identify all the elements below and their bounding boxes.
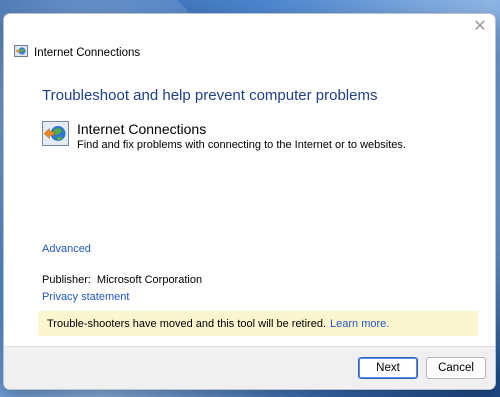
publisher-value: Microsoft Corporation [96,274,203,286]
publisher-info: Publisher: Microsoft Corporation [42,274,202,286]
title-bar: ✕ [4,14,495,42]
cancel-button[interactable]: Cancel [426,357,486,379]
dialog-footer: Next Cancel [4,346,495,389]
troubleshooter-description: Find and fix problems with connecting to… [77,139,406,151]
network-small-icon [14,44,28,62]
notice-text: Trouble-shooters have moved and this too… [47,317,327,330]
close-button[interactable]: ✕ [471,18,489,36]
page-heading: Troubleshoot and help prevent computer p… [42,87,378,104]
troubleshooter-text: Internet Connections Find and fix proble… [77,121,406,152]
network-troubleshooter-icon [42,121,69,152]
troubleshooter-name: Internet Connections [77,121,207,137]
learn-more-link[interactable]: Learn more. [330,318,389,330]
retirement-notice: Trouble-shooters have moved and this too… [38,311,478,336]
desktop-wallpaper: ✕ Internet Connections Troubleshoot and … [0,0,500,397]
privacy-statement-link[interactable]: Privacy statement [42,291,129,303]
window-title: Internet Connections [34,47,141,59]
troubleshooter-dialog: ✕ Internet Connections Troubleshoot and … [3,13,496,390]
publisher-label: Publisher: [42,274,91,286]
next-button[interactable]: Next [358,357,418,379]
window-title-row: Internet Connections [14,44,140,62]
advanced-link[interactable]: Advanced [42,243,91,255]
troubleshooter-item: Internet Connections Find and fix proble… [42,121,406,152]
